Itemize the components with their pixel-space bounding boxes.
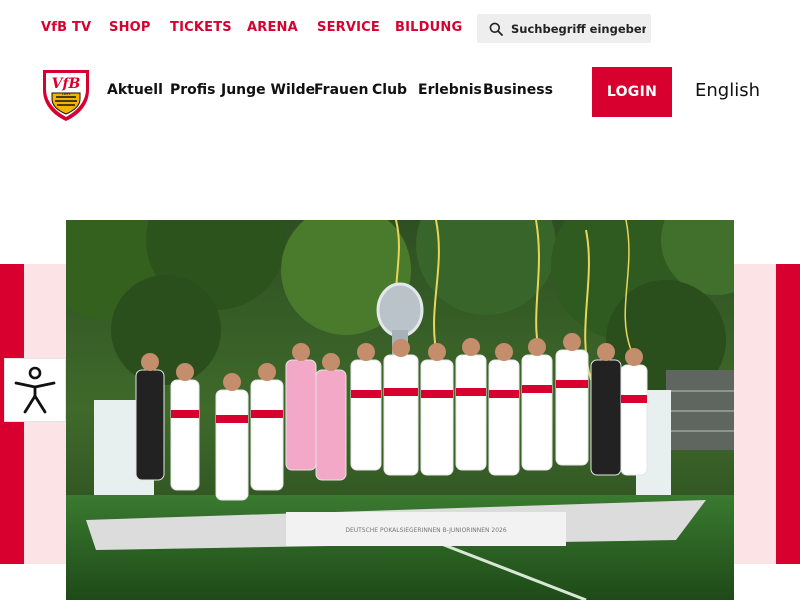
logo-year: 1893 (62, 92, 71, 96)
search-box[interactable] (477, 14, 651, 43)
accessibility-button[interactable] (4, 358, 66, 422)
search-input[interactable] (511, 21, 646, 36)
logo-text: VfB (52, 76, 81, 92)
nav-link-junge-wilde[interactable]: Junge Wilde (221, 82, 315, 98)
nav-link-vfb-tv[interactable]: VfB TV (41, 20, 91, 35)
vfb-crest-icon: VfB 1893 (43, 70, 89, 121)
hero-image: DEUTSCHE POKALSIEGERINNEN B-JUNIORINNEN … (66, 220, 734, 600)
nav-link-arena[interactable]: ARENA (247, 20, 298, 35)
nav-link-club[interactable]: Club (372, 82, 407, 98)
language-switch-link[interactable]: English (695, 80, 760, 101)
nav-link-service[interactable]: SERVICE (317, 20, 380, 35)
login-button[interactable]: LOGIN (592, 67, 672, 117)
vfb-logo[interactable]: VfB 1893 (41, 68, 91, 122)
nav-link-frauen[interactable]: Frauen (314, 82, 368, 98)
nav-link-shop[interactable]: SHOP (109, 20, 151, 35)
utility-nav: VfB TV SHOP TICKETS ARENA SERVICE BILDUN… (0, 0, 800, 56)
nav-link-erlebnis[interactable]: Erlebnis (418, 82, 482, 98)
right-pink-band (734, 264, 776, 564)
team-celebration-photo: DEUTSCHE POKALSIEGERINNEN B-JUNIORINNEN … (66, 220, 734, 600)
nav-link-profis[interactable]: Profis (170, 82, 216, 98)
nav-link-bildung[interactable]: BILDUNG (395, 20, 462, 35)
search-icon[interactable] (489, 22, 503, 36)
accessibility-icon (14, 366, 56, 414)
nav-link-tickets[interactable]: TICKETS (170, 20, 232, 35)
podium-banner-text: DEUTSCHE POKALSIEGERINNEN B-JUNIORINNEN … (345, 527, 507, 534)
nav-link-aktuell[interactable]: Aktuell (107, 82, 163, 98)
right-red-band (776, 264, 800, 564)
nav-link-business[interactable]: Business (483, 82, 553, 98)
